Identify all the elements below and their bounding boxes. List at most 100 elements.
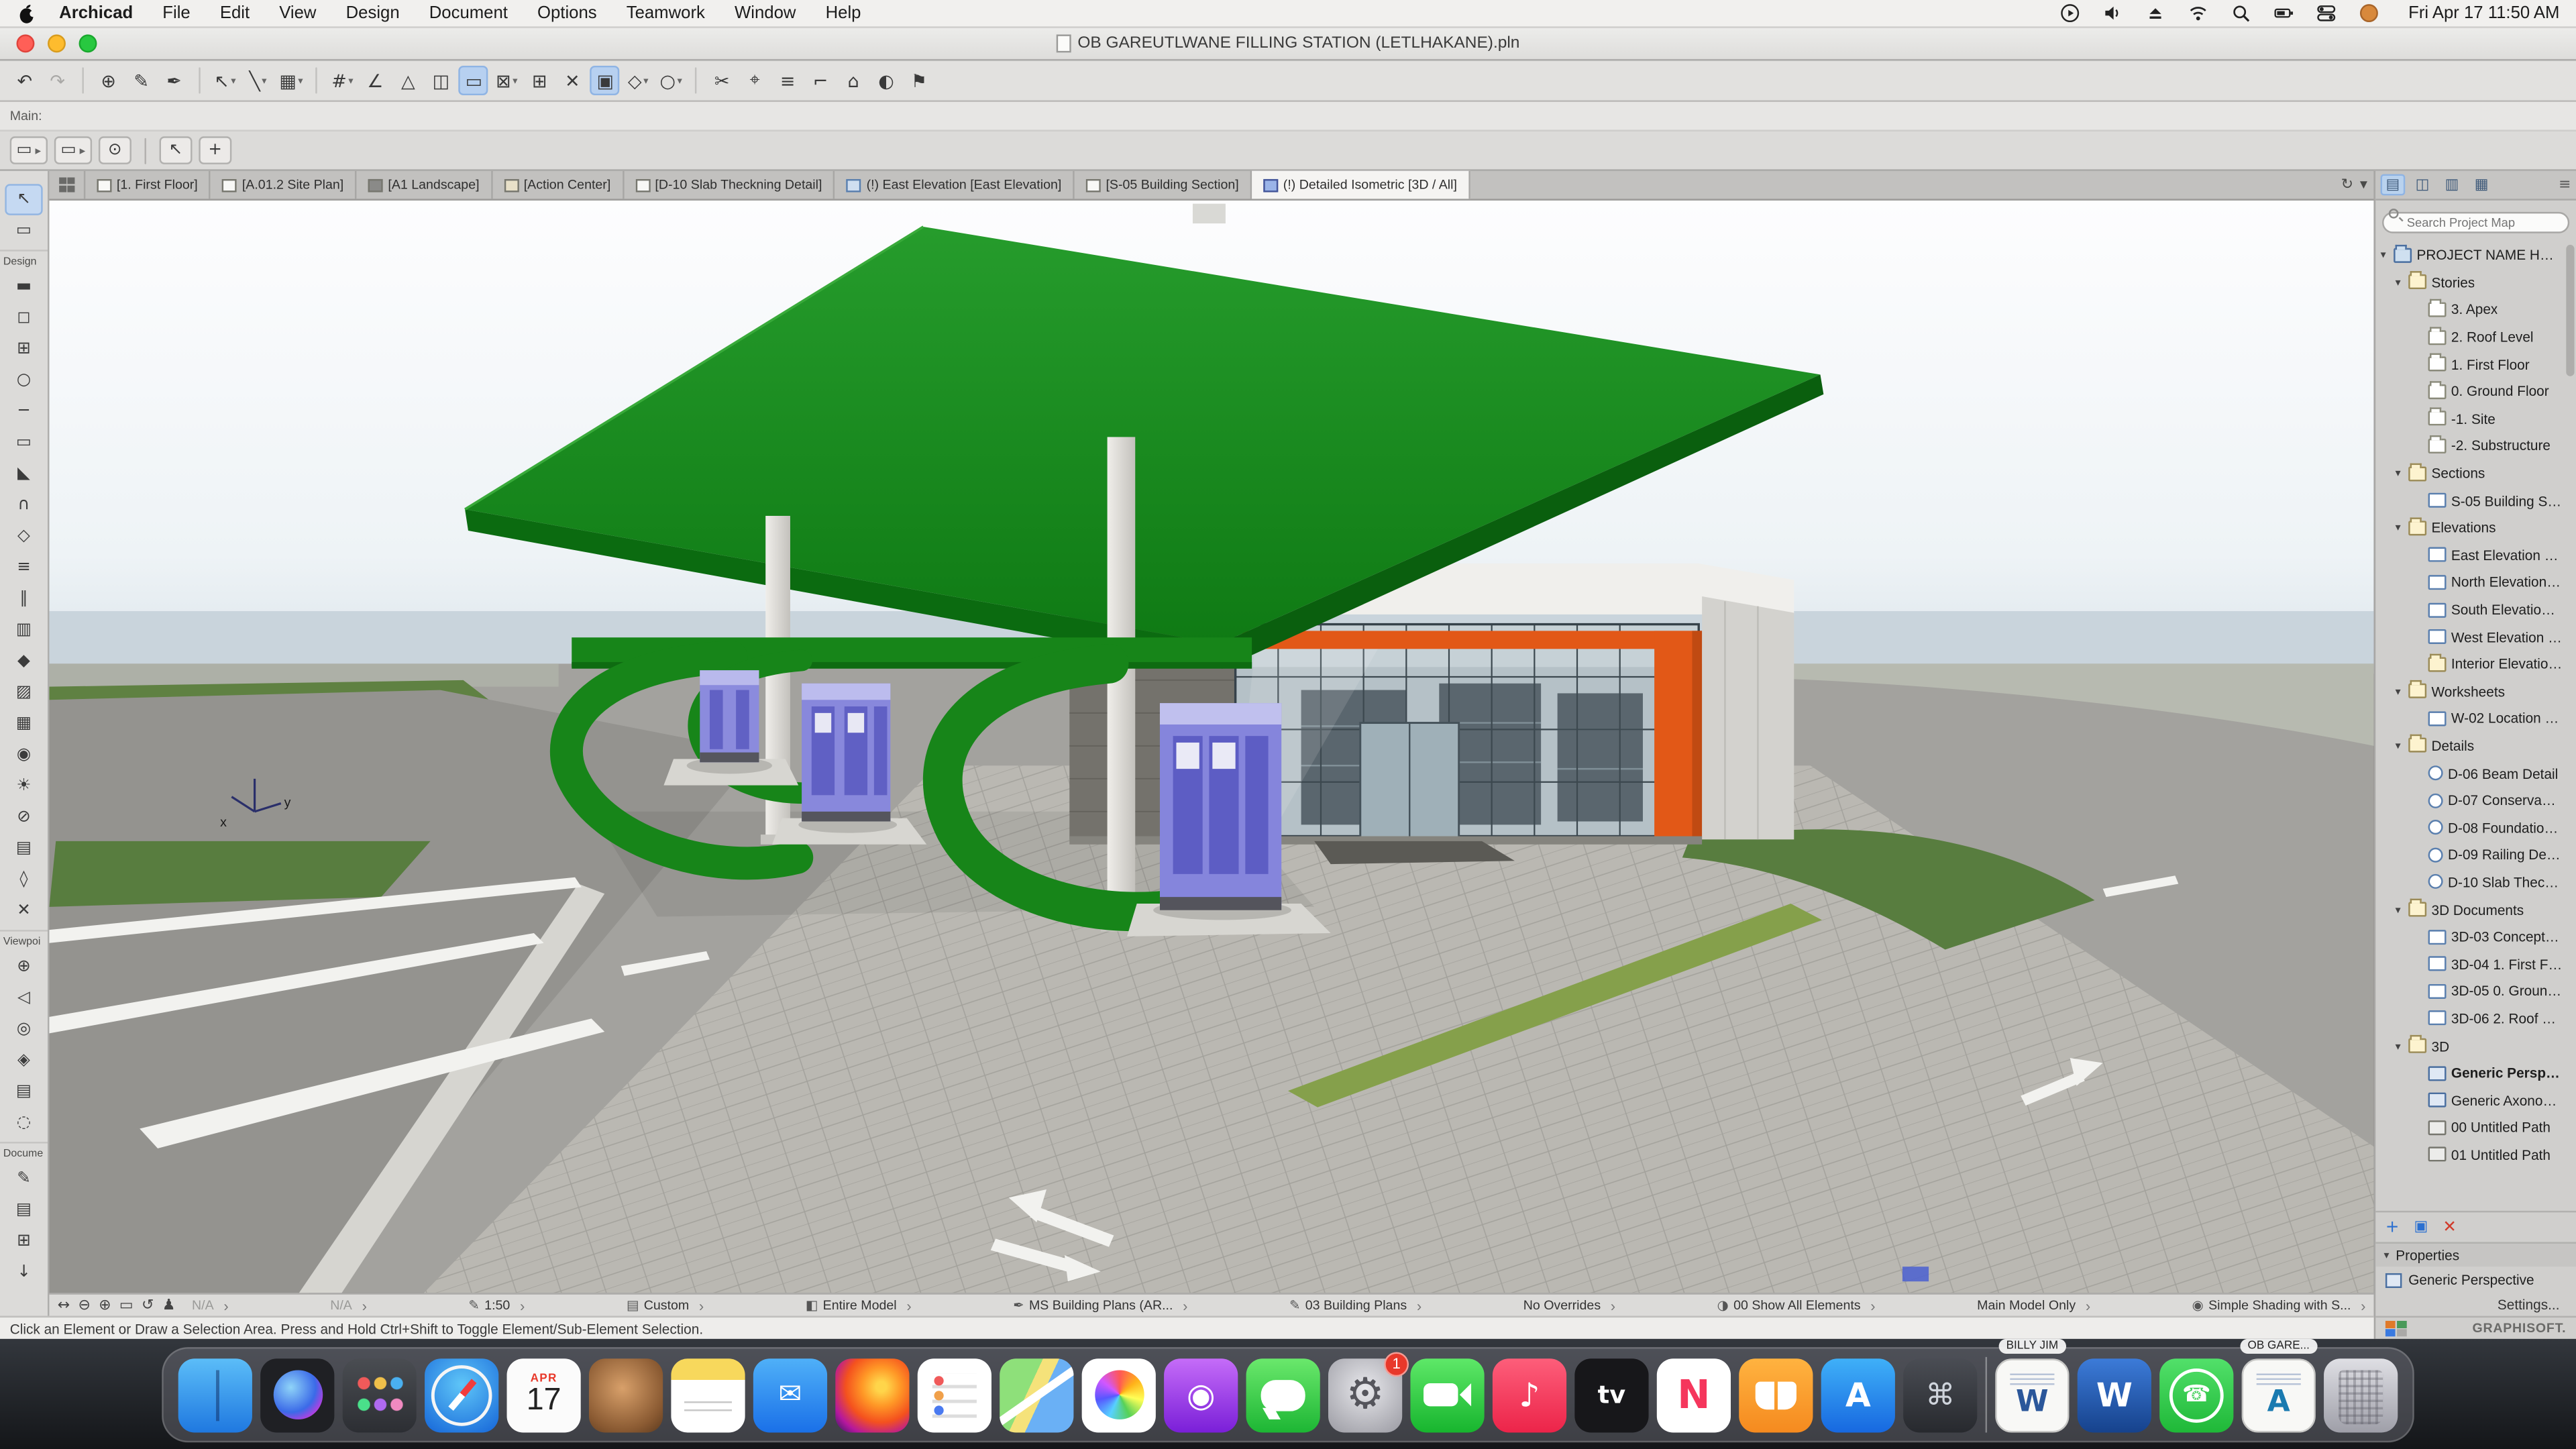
toolbar-button-arrow-tool[interactable]: ↖ bbox=[210, 66, 239, 95]
tabbar-button-tab-overflow[interactable]: ▾ bbox=[2360, 176, 2367, 193]
tree-item[interactable]: West Elevation (A... bbox=[2375, 623, 2576, 651]
wifi-icon[interactable] bbox=[2188, 3, 2210, 24]
menubar-clock[interactable]: Fri Apr 17 11:50 AM bbox=[2408, 3, 2559, 23]
volume-icon[interactable] bbox=[2103, 3, 2125, 24]
toolbox-item-wall[interactable]: ▬ bbox=[0, 271, 48, 303]
dock-item-whatsapp[interactable]: ☎ bbox=[2159, 1358, 2233, 1432]
toolbox-item-morph[interactable]: ◆ bbox=[0, 645, 48, 677]
dock-item-archicad-document[interactable]: AOB GARE... bbox=[2242, 1358, 2316, 1432]
tree-item[interactable]: ▾Details bbox=[2375, 732, 2576, 759]
dock-item-reminders[interactable] bbox=[918, 1358, 991, 1432]
toolbox-item-slab[interactable]: ▭ bbox=[0, 427, 48, 459]
dock-item-siri[interactable] bbox=[260, 1358, 334, 1432]
toolbox-item-window[interactable]: ⊞ bbox=[0, 333, 48, 365]
toolbox-item-stair[interactable]: ≡ bbox=[0, 552, 48, 584]
menu-item[interactable]: View bbox=[264, 3, 331, 23]
tree-item[interactable]: South Elevation (A... bbox=[2375, 596, 2576, 623]
toolbox-item-3d-document[interactable]: ◈ bbox=[0, 1045, 48, 1077]
tree-item[interactable]: North Elevation (A... bbox=[2375, 569, 2576, 596]
dock-item-divider[interactable] bbox=[1986, 1357, 1987, 1433]
dock-item-utility-app[interactable]: ⌘ bbox=[1903, 1358, 1977, 1432]
tree-item[interactable]: Generic Perspect... bbox=[2375, 1059, 2576, 1087]
settings-link[interactable]: Settings... bbox=[2375, 1293, 2576, 1316]
quick-setting[interactable]: ✎03 Building Plans bbox=[1289, 1297, 1421, 1313]
dock-item-apple-tv[interactable]: tv bbox=[1574, 1358, 1648, 1432]
toolbox-item-level-dimension[interactable]: ↓ bbox=[0, 1256, 48, 1288]
eject-icon[interactable] bbox=[2145, 3, 2167, 24]
tree-item[interactable]: 3D-06 2. Roof Lev... bbox=[2375, 1005, 2576, 1032]
view-tab[interactable]: [Action Center] bbox=[492, 171, 624, 199]
dock-item-facetime[interactable] bbox=[1410, 1358, 1484, 1432]
tree-item[interactable]: Generic Axonomet... bbox=[2375, 1087, 2576, 1114]
tree-item[interactable]: 3D-04 1. First Floo... bbox=[2375, 951, 2576, 978]
dock-item-trash[interactable] bbox=[2324, 1358, 2398, 1432]
layout-book-tab-icon[interactable]: ▥ bbox=[2440, 174, 2465, 196]
toolbar-button-line-tool[interactable]: ╲ bbox=[243, 66, 272, 95]
toolbox-item-shape[interactable]: ◊ bbox=[0, 864, 48, 896]
toolbar-button[interactable] bbox=[696, 67, 697, 93]
tree-item[interactable]: D-08 Foundation D... bbox=[2375, 814, 2576, 841]
navigator-action-button-add-viewpoint[interactable]: + bbox=[2385, 1218, 2400, 1236]
nav-button-walk-mode[interactable]: ♟ bbox=[162, 1297, 176, 1313]
toolbar-button-scissors[interactable]: ✂ bbox=[707, 66, 737, 95]
view-tab[interactable]: (!) Detailed Isometric [3D / All] bbox=[1252, 171, 1470, 199]
dock-item-word-document[interactable]: WBILLY JIM bbox=[1995, 1358, 2069, 1432]
toolbar-button[interactable] bbox=[316, 67, 317, 93]
navigator-action-button-delete-viewpoint[interactable]: ✕ bbox=[2443, 1218, 2457, 1236]
view-tab[interactable]: [1. First Floor] bbox=[85, 171, 211, 199]
toolbox-item[interactable]: Docume bbox=[0, 1142, 48, 1163]
menu-item[interactable]: Edit bbox=[205, 3, 264, 23]
control-button-inject-params[interactable]: ▭ bbox=[54, 136, 92, 164]
toolbox-item[interactable]: Design bbox=[0, 250, 48, 271]
toolbar-button-pencil[interactable]: ✎ bbox=[127, 66, 156, 95]
toolbox-item-grid-element[interactable]: ⊞ bbox=[0, 1226, 48, 1257]
dock-item-calendar[interactable]: APR17 bbox=[507, 1358, 581, 1432]
toolbox-item-arrow[interactable]: ↖ bbox=[5, 184, 42, 215]
tree-item[interactable]: S-05 Building Sec... bbox=[2375, 487, 2576, 515]
tree-item[interactable]: 00 Untitled Path bbox=[2375, 1114, 2576, 1141]
toolbox-item-section[interactable]: ⊕ bbox=[0, 951, 48, 983]
app-menu-archicad[interactable]: Archicad bbox=[44, 3, 148, 23]
tree-item[interactable]: D-09 Railing Detai... bbox=[2375, 841, 2576, 869]
control-button-select-arrow[interactable]: ↖ bbox=[159, 136, 192, 164]
menu-item[interactable]: Teamwork bbox=[612, 3, 720, 23]
tree-item[interactable]: ▾Elevations bbox=[2375, 514, 2576, 541]
view-tab[interactable]: [S-05 Building Section] bbox=[1075, 171, 1252, 199]
search-input[interactable] bbox=[2382, 212, 2569, 233]
tree-scrollbar[interactable] bbox=[2566, 245, 2574, 376]
toolbar-button-grid-snap[interactable]: # bbox=[327, 66, 357, 95]
dock-item-maps[interactable] bbox=[1000, 1358, 1073, 1432]
quick-setting[interactable]: ◧Entire Model bbox=[806, 1297, 912, 1313]
dock-item-books[interactable] bbox=[1739, 1358, 1813, 1432]
control-button-compass[interactable]: ⊙ bbox=[99, 136, 131, 164]
menu-item[interactable]: File bbox=[148, 3, 205, 23]
dock-item-mail[interactable]: ✉ bbox=[753, 1358, 827, 1432]
toolbar-button-select-area[interactable]: ▣ bbox=[590, 66, 620, 95]
tree-item[interactable]: D-07 Conservancy... bbox=[2375, 787, 2576, 814]
tree-item[interactable]: 0. Ground Floor bbox=[2375, 378, 2576, 405]
dock-item-music[interactable]: ♪ bbox=[1493, 1358, 1566, 1432]
dock-item-news[interactable]: N bbox=[1657, 1358, 1731, 1432]
control-button-pickup-params[interactable]: ▭ bbox=[10, 136, 48, 164]
tree-item[interactable]: ▾Worksheets bbox=[2375, 678, 2576, 705]
control-button[interactable] bbox=[144, 137, 146, 163]
toolbox-item-object[interactable]: ◉ bbox=[0, 739, 48, 771]
toolbar-button[interactable] bbox=[82, 67, 83, 93]
quick-setting[interactable]: N/A bbox=[330, 1297, 367, 1313]
toolbox-item-detail[interactable]: ◌ bbox=[0, 1108, 48, 1139]
dock-item-word[interactable]: W bbox=[2078, 1358, 2151, 1432]
view-tab[interactable]: [A.01.2 Site Plan] bbox=[211, 171, 357, 199]
toolbar-button-circle-tool[interactable]: ○ bbox=[656, 66, 686, 95]
toolbox-item-elevation[interactable]: ◁ bbox=[0, 982, 48, 1014]
toolbox-item-camera[interactable]: ◎ bbox=[0, 1014, 48, 1045]
toolbox-item-drawing[interactable]: ▤ bbox=[0, 1194, 48, 1226]
dock-item-messages[interactable] bbox=[1246, 1358, 1320, 1432]
publisher-tab-icon[interactable]: ▦ bbox=[2469, 174, 2494, 196]
tree-item[interactable]: 3. Apex bbox=[2375, 296, 2576, 323]
toolbar-button-shading[interactable]: ◐ bbox=[871, 66, 901, 95]
view-tab[interactable]: [D-10 Slab Theckning Detail] bbox=[624, 171, 835, 199]
toolbar-button-undo[interactable]: ↶ bbox=[10, 66, 40, 95]
toolbar-button-origin[interactable]: ⊕ bbox=[94, 66, 123, 95]
tree-item[interactable]: 2. Roof Level bbox=[2375, 323, 2576, 351]
nav-button-pan[interactable]: ↔ bbox=[58, 1297, 70, 1313]
